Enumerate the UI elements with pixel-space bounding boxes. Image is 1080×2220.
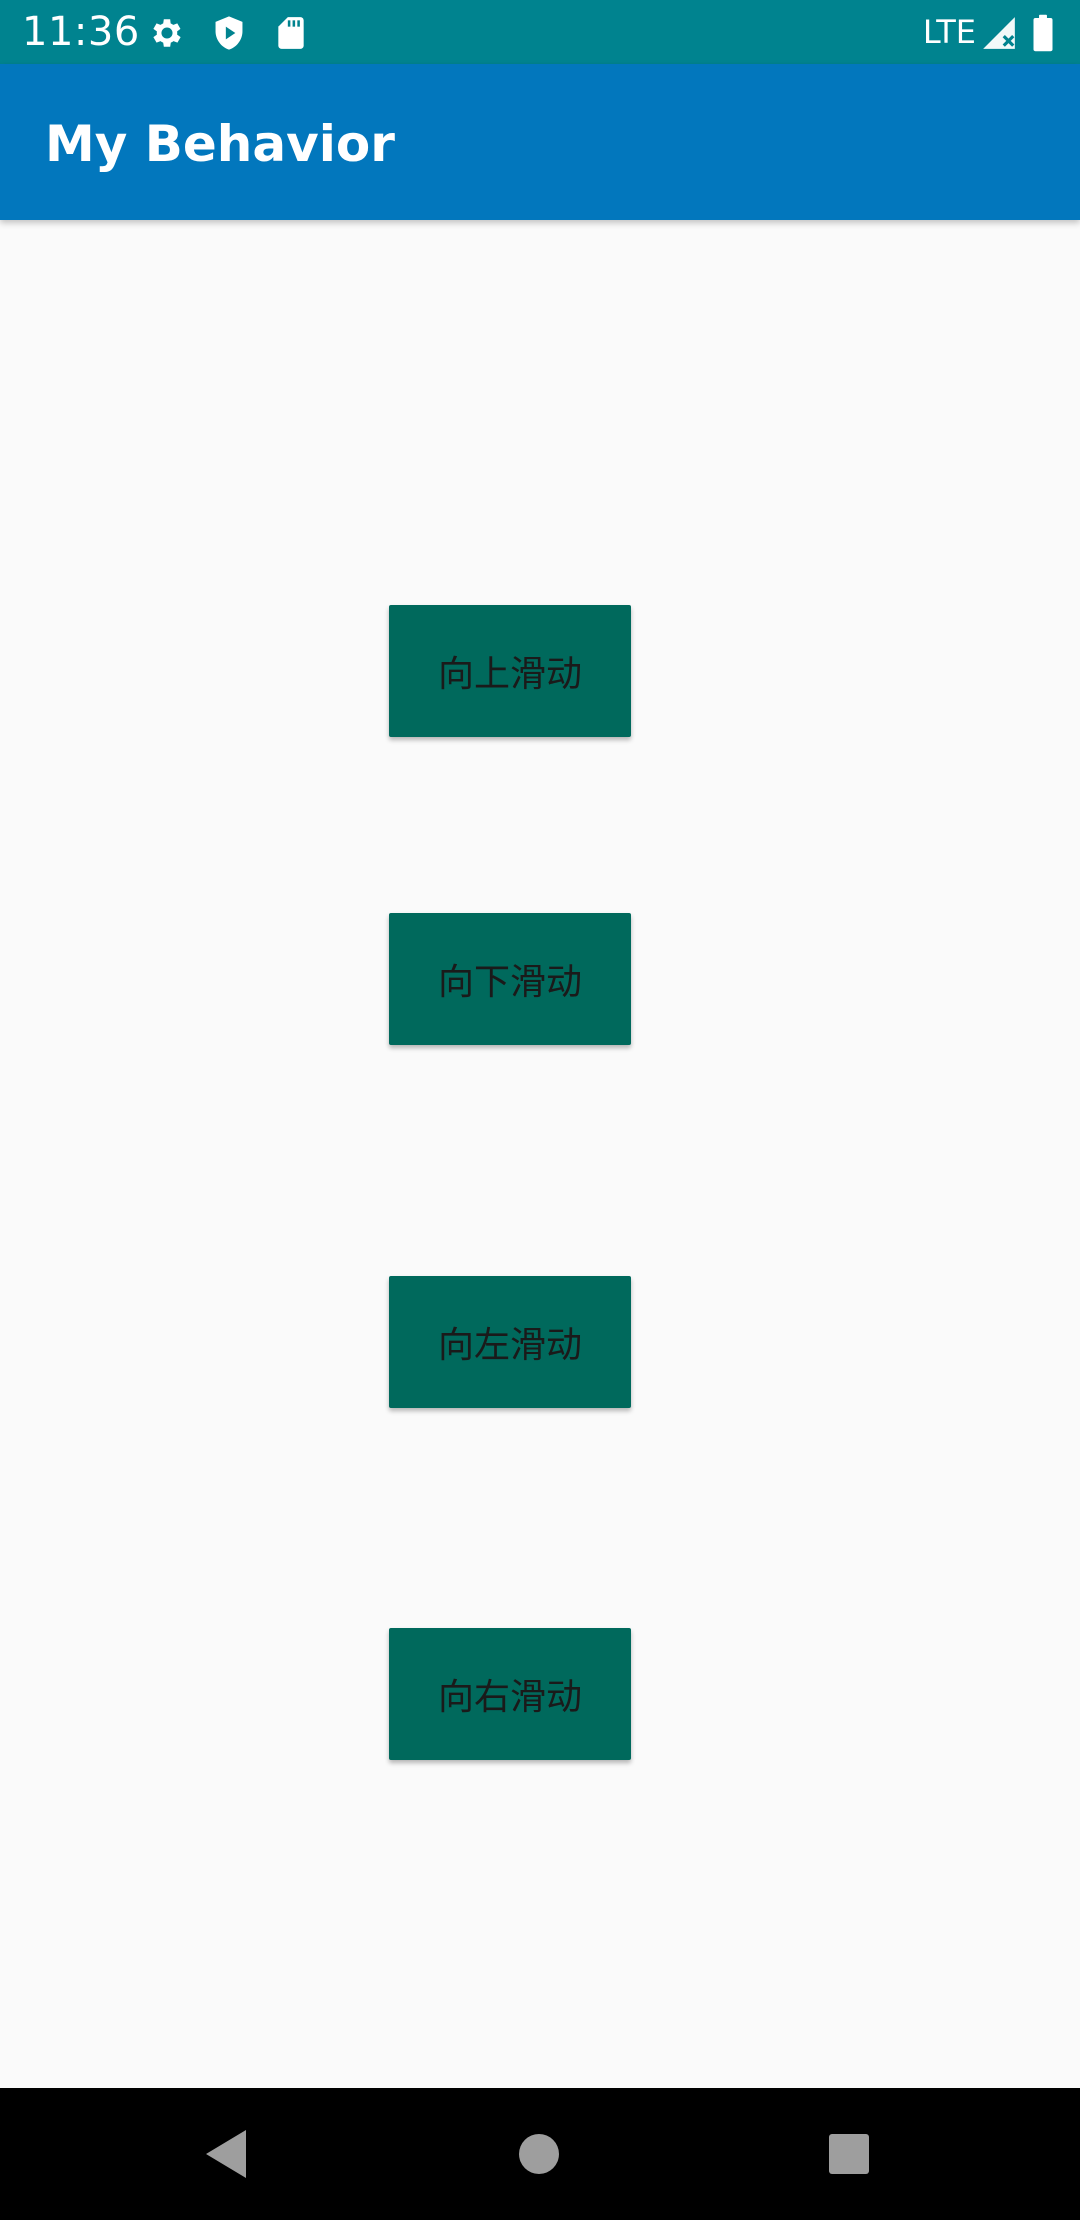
sd-card-icon: [272, 14, 310, 52]
swipe-left-button[interactable]: 向左滑动: [389, 1276, 631, 1408]
status-time: 11:36: [22, 9, 140, 55]
app-title: My Behavior: [45, 115, 395, 173]
app-bar: My Behavior: [0, 64, 1080, 220]
recents-icon[interactable]: [829, 2134, 869, 2174]
shield-play-icon: [210, 14, 248, 52]
network-type: LTE: [922, 13, 976, 51]
signal-icon: [980, 14, 1018, 52]
screen: 11:36 LTE My Behavior 向上滑动 向下滑动 向左滑动 向右滑…: [0, 0, 1080, 2220]
swipe-up-button[interactable]: 向上滑动: [389, 605, 631, 737]
battery-icon: [1030, 14, 1056, 52]
settings-icon: [148, 14, 186, 52]
status-bar: 11:36 LTE: [0, 0, 1080, 64]
swipe-right-button[interactable]: 向右滑动: [389, 1628, 631, 1760]
back-icon[interactable]: [206, 2130, 246, 2178]
navigation-bar: [0, 2088, 1080, 2220]
swipe-down-button[interactable]: 向下滑动: [389, 913, 631, 1045]
home-icon[interactable]: [519, 2134, 559, 2174]
